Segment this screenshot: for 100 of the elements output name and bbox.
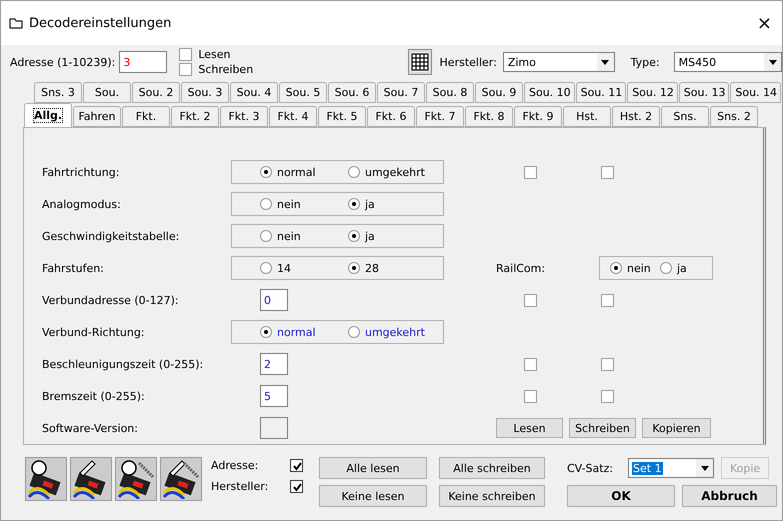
decoder-tool-icon xyxy=(117,459,155,499)
tab[interactable]: Sns. 2 xyxy=(710,106,758,127)
type-select[interactable]: MS450 xyxy=(674,52,782,72)
field-label: Beschleunigungszeit (0-255): xyxy=(42,358,204,370)
write-button[interactable]: Alle schreiben xyxy=(439,457,545,479)
window-title: Decodereinstellungen xyxy=(29,16,172,30)
option-label: ja xyxy=(677,262,687,274)
manufacturer-label: Hersteller: xyxy=(440,56,497,68)
checkbox[interactable] xyxy=(601,358,614,370)
checkbox[interactable] xyxy=(601,294,614,306)
railcom-label: RailCom: xyxy=(496,262,546,274)
cancel-button[interactable]: Abbruch xyxy=(682,485,777,507)
decoder-tool-icon xyxy=(162,459,200,499)
tab[interactable]: Sou. 14 xyxy=(730,82,781,103)
decoder-tool-button[interactable] xyxy=(25,457,67,501)
tab[interactable]: Hst. 2 xyxy=(612,106,660,127)
tab[interactable]: Sou. 4 xyxy=(230,82,278,103)
checkbox[interactable] xyxy=(601,390,614,402)
radio-button[interactable] xyxy=(610,262,622,274)
manufacturer-select[interactable]: Zimo xyxy=(502,52,615,72)
tab[interactable]: Sns. 3 xyxy=(34,82,82,103)
option-label: nein xyxy=(277,230,301,242)
tab[interactable]: Sou. 9 xyxy=(475,82,523,103)
tab[interactable]: Fkt. 4 xyxy=(269,106,317,127)
write-button[interactable]: Keine schreiben xyxy=(439,485,545,507)
checkbox[interactable] xyxy=(179,63,192,76)
radio-button[interactable] xyxy=(660,262,672,274)
tab[interactable]: Sou. xyxy=(83,82,131,103)
radio-button[interactable] xyxy=(348,198,360,210)
field-label: Verbundadresse (0-127): xyxy=(42,294,180,306)
tab[interactable]: Sou. 8 xyxy=(426,82,474,103)
tab[interactable]: Hst. xyxy=(563,106,611,127)
checkbox[interactable] xyxy=(179,48,192,61)
field-label: Geschwindigkeitstabelle: xyxy=(42,230,180,242)
checkbox[interactable] xyxy=(524,358,537,370)
value-field[interactable]: 0 xyxy=(260,289,288,311)
checkbox[interactable] xyxy=(290,480,303,493)
type-label: Type: xyxy=(630,56,660,68)
field-label: Software-Version: xyxy=(42,422,139,434)
tab[interactable]: Sou. 13 xyxy=(678,82,730,103)
radio-button[interactable] xyxy=(348,166,360,178)
panel-button[interactable]: Kopieren xyxy=(642,418,711,438)
tab[interactable]: Fkt. xyxy=(122,106,170,127)
decoder-tool-button[interactable] xyxy=(70,457,112,501)
dropdown-arrow-icon xyxy=(601,60,610,64)
tab[interactable]: Sou. 12 xyxy=(627,82,678,103)
radio-button[interactable] xyxy=(348,230,360,242)
option-label: 28 xyxy=(365,262,379,274)
grid-icon xyxy=(410,53,429,71)
table-button[interactable] xyxy=(408,49,432,75)
radio-button[interactable] xyxy=(260,230,272,242)
field-label: Verbund-Richtung: xyxy=(42,326,146,338)
checkbox[interactable] xyxy=(601,166,614,178)
radio-button[interactable] xyxy=(348,326,360,338)
address-label: Adresse (1-10239): xyxy=(10,56,116,68)
tab[interactable]: Fkt. 7 xyxy=(416,106,464,127)
tab[interactable]: Sou. 3 xyxy=(181,82,229,103)
option-label: 14 xyxy=(277,262,291,274)
read-button[interactable]: Alle lesen xyxy=(319,457,427,479)
radio-button[interactable] xyxy=(260,166,272,178)
tab[interactable]: Sou. 2 xyxy=(132,82,180,103)
tab[interactable]: Fkt. 3 xyxy=(220,106,268,127)
radio-button[interactable] xyxy=(260,262,272,274)
tab[interactable]: Fkt. 5 xyxy=(318,106,366,127)
tab[interactable]: Fahren xyxy=(73,106,121,127)
tab[interactable]: Sou. 10 xyxy=(524,82,575,103)
field-label: Fahrstufen: xyxy=(42,262,105,274)
tab[interactable]: Sou. 6 xyxy=(328,82,376,103)
value-field[interactable]: 2 xyxy=(260,353,288,375)
close-button[interactable]: × xyxy=(754,12,774,34)
flag-label: Hersteller: xyxy=(211,480,268,493)
tab[interactable]: Fkt. 8 xyxy=(465,106,513,127)
checkbox[interactable] xyxy=(524,390,537,402)
value-field[interactable]: 5 xyxy=(260,385,288,407)
panel-button[interactable]: Lesen xyxy=(496,418,563,438)
radio-button[interactable] xyxy=(260,326,272,338)
cv-set-select[interactable]: Set 1 xyxy=(628,458,714,478)
read-button[interactable]: Keine lesen xyxy=(319,485,427,507)
panel-button[interactable]: Schreiben xyxy=(569,418,636,438)
address-field[interactable]: 3 xyxy=(119,51,168,73)
checkbox[interactable] xyxy=(290,459,303,472)
tab[interactable]: Fkt. 9 xyxy=(514,106,562,127)
decoder-tool-button[interactable] xyxy=(115,457,157,501)
dropdown-arrow-icon xyxy=(700,466,709,470)
checkbox[interactable] xyxy=(524,166,537,178)
option-label: nein xyxy=(277,198,301,210)
decoder-tool-button[interactable] xyxy=(160,457,202,501)
tab[interactable]: Allg. xyxy=(24,103,72,127)
checkbox-label: Lesen xyxy=(198,48,231,61)
checkbox[interactable] xyxy=(524,294,537,306)
radio-button[interactable] xyxy=(348,262,360,274)
tab[interactable]: Fkt. 2 xyxy=(171,106,219,127)
tab[interactable]: Fkt. 6 xyxy=(367,106,415,127)
tab[interactable]: Sou. 11 xyxy=(576,82,626,103)
radio-button[interactable] xyxy=(260,198,272,210)
tab[interactable]: Sou. 5 xyxy=(279,82,327,103)
tab[interactable]: Sou. 7 xyxy=(377,82,425,103)
tab[interactable]: Sns. xyxy=(661,106,709,127)
ok-button[interactable]: OK xyxy=(567,485,675,507)
version-field[interactable] xyxy=(260,417,288,439)
